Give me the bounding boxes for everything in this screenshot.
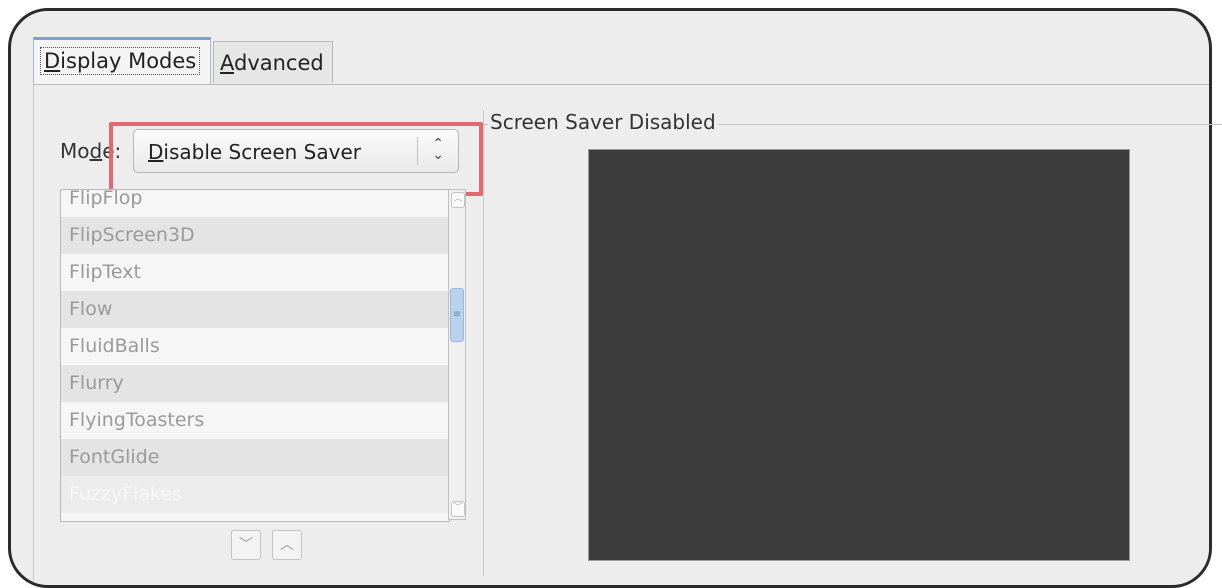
move-up-button[interactable]: ︿ — [272, 530, 302, 560]
list-item[interactable]: FluidBalls — [61, 328, 449, 365]
list-item[interactable]: FlipScreen3D — [61, 217, 449, 254]
screensaver-preview — [588, 149, 1130, 561]
preview-title: Screen Saver Disabled — [488, 110, 718, 134]
move-down-button[interactable]: ﹀ — [231, 530, 261, 560]
annotation-highlight-box — [109, 122, 483, 196]
list-item[interactable]: FlipText — [61, 254, 449, 291]
scrollbar-thumb[interactable]: ≡ — [450, 288, 464, 342]
tab-display-modes-label: Display Modes — [40, 47, 201, 75]
scroll-down-arrow-icon[interactable]: ﹀ — [451, 501, 465, 517]
list-scrollbar[interactable]: ︿ ≡ ﹀ — [448, 189, 466, 520]
scroll-up-arrow-icon[interactable]: ︿ — [451, 192, 465, 208]
list-item[interactable]: FlyingToasters — [61, 402, 449, 439]
list-item[interactable]: FontGlide — [61, 439, 449, 476]
tab-bar: Display Modes Advanced — [11, 11, 1209, 89]
panel-divider — [483, 110, 484, 576]
screensaver-list[interactable]: FlipFlop FlipScreen3D FlipText Flow Flui… — [60, 189, 450, 522]
list-item[interactable]: FlipFlop — [61, 190, 449, 217]
list-item-selected[interactable]: FuzzyFlakes — [61, 476, 449, 513]
list-item[interactable]: Flow — [61, 291, 449, 328]
list-item[interactable]: Flurry — [61, 365, 449, 402]
tab-advanced[interactable]: Advanced — [213, 41, 333, 83]
tab-advanced-label: Advanced — [220, 51, 324, 75]
tab-display-modes[interactable]: Display Modes — [33, 37, 211, 85]
